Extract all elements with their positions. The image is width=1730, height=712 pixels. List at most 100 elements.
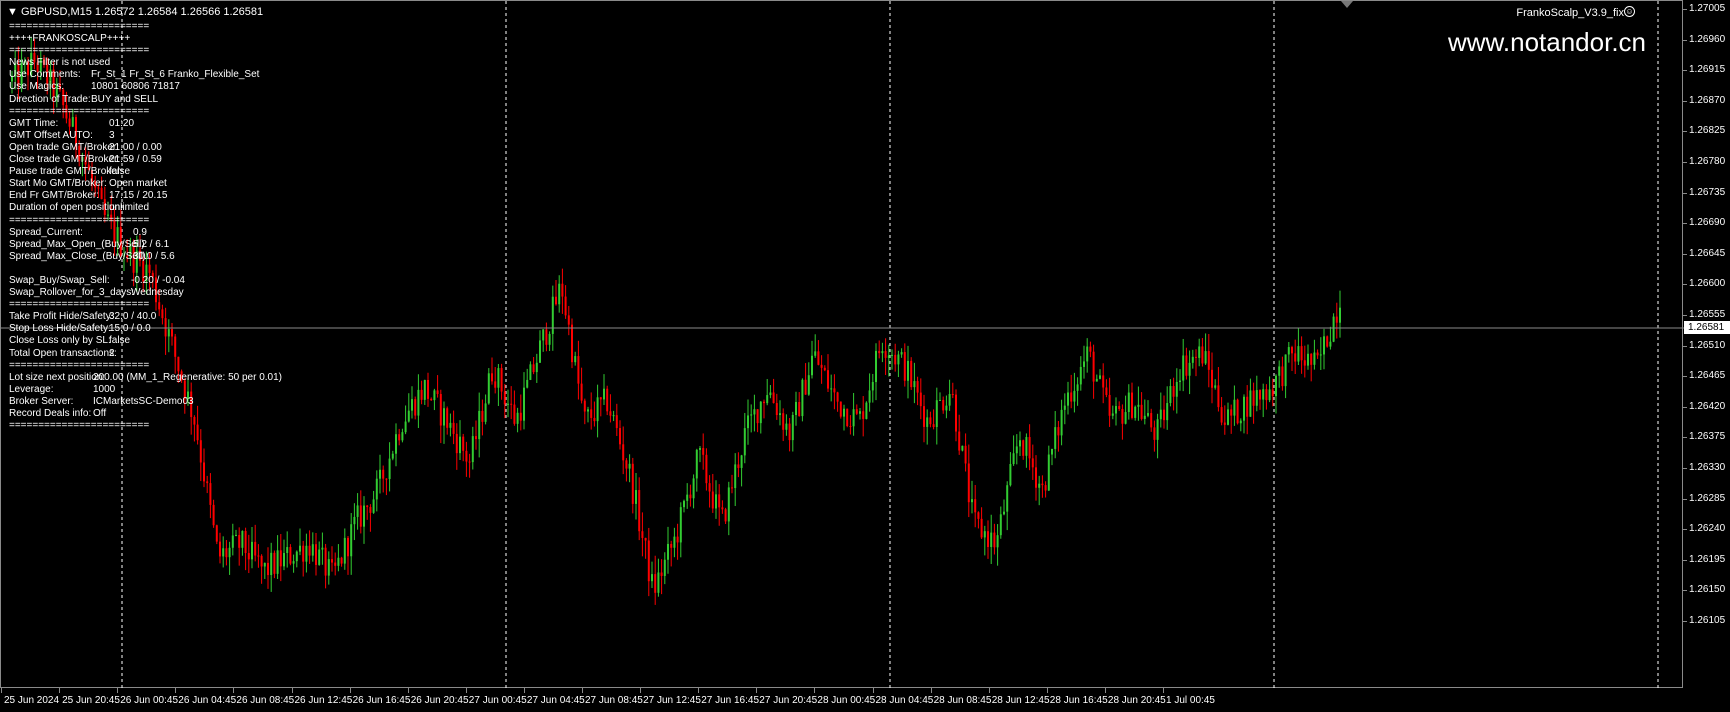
chart-area[interactable]: ▼ GBPUSD,M15 1.26572 1.26584 1.26566 1.2… <box>0 0 1684 689</box>
candle-body <box>625 460 628 469</box>
candle-body <box>644 537 647 541</box>
info-value: BUY and SELL <box>91 93 159 105</box>
smiley-icon[interactable]: ☺ <box>1624 6 1635 17</box>
info-label: Lot size next position: <box>9 371 106 383</box>
candle-body <box>161 309 164 319</box>
candle-body <box>1319 354 1322 356</box>
symbol-header[interactable]: ▼ GBPUSD,M15 1.26572 1.26584 1.26566 1.2… <box>7 6 263 18</box>
candlestick-chart[interactable] <box>1 1 1684 689</box>
candle-body <box>827 370 829 389</box>
info-label: ======================== <box>9 214 150 226</box>
candle-body <box>391 453 394 459</box>
info-value: 21.59 / 0.59 <box>109 154 162 166</box>
candle-body <box>289 547 292 564</box>
candle-body <box>990 532 993 548</box>
candle-body <box>1233 399 1236 416</box>
info-value: 3 <box>109 129 115 141</box>
candle-body <box>1175 381 1178 397</box>
info-label: Swap_Rollover_for_3_days: <box>9 287 135 299</box>
candle-body <box>935 400 938 428</box>
candle-body <box>1006 485 1009 512</box>
candle-body <box>1262 389 1265 400</box>
candle-body <box>670 543 673 548</box>
candle-body <box>244 530 247 554</box>
candle-body <box>305 545 308 562</box>
candle-body <box>1339 307 1341 323</box>
candle-body <box>1079 366 1082 385</box>
candle-body <box>350 524 353 557</box>
current-price-label: 1.26581 <box>1684 321 1730 334</box>
candle-body <box>423 380 426 400</box>
candle-body <box>260 555 263 567</box>
time-label: 1 Jul 00:45 <box>1166 695 1215 706</box>
candle-body <box>174 336 177 357</box>
candle-body <box>577 356 580 384</box>
candle-body <box>443 408 445 426</box>
candle-body <box>587 409 589 412</box>
shift-marker-icon[interactable] <box>1341 1 1353 8</box>
candle-body <box>363 505 365 527</box>
candle-body <box>1031 458 1034 468</box>
candle-body <box>897 354 900 365</box>
candle-body <box>1227 409 1229 425</box>
price-tick <box>1683 223 1687 225</box>
candle-body <box>414 399 417 416</box>
info-value: 5.2 / 6.1 <box>133 238 170 250</box>
candle-body <box>871 382 874 391</box>
candle-body <box>526 379 529 388</box>
candle-body <box>203 462 205 482</box>
candle-body <box>654 574 657 593</box>
time-tick <box>291 688 293 693</box>
price-label: 1.27005 <box>1689 3 1726 14</box>
candle-body <box>1303 360 1306 366</box>
candle-body <box>455 433 458 454</box>
candle-body <box>462 436 465 451</box>
time-tick <box>988 688 990 693</box>
info-label: Take Profit Hide/Safety: <box>9 311 114 323</box>
candle-body <box>475 436 477 440</box>
candle-body <box>724 509 727 522</box>
candle-body <box>945 405 948 411</box>
info-value: unlimited <box>109 202 150 214</box>
candle-body <box>1038 483 1041 488</box>
candle-body <box>967 463 970 503</box>
candle-body <box>1102 375 1105 388</box>
ea-name-label[interactable]: FrankoScalp_V3.9_fix <box>1516 7 1624 19</box>
info-value: 21.00 / 0.00 <box>109 141 162 153</box>
candle-body <box>910 360 913 388</box>
candle-body <box>1195 356 1197 358</box>
candle-body <box>612 415 615 417</box>
candle-body <box>507 403 509 405</box>
candle-body <box>647 540 650 582</box>
price-tick <box>1683 39 1687 41</box>
info-label: ======================== <box>9 359 150 371</box>
price-label: 1.26870 <box>1689 94 1726 106</box>
candle-body <box>628 463 631 469</box>
candle-body <box>814 351 817 356</box>
candle-body <box>1214 385 1217 388</box>
price-axis[interactable]: 1.27005 1.26960 1.26915 1.26870 1.26825 1.267… <box>1683 0 1730 712</box>
info-label: Pause trade GMT/Broker: <box>9 166 123 178</box>
candle-body <box>385 478 388 480</box>
time-label: 26 Jun 00:45 <box>120 695 179 706</box>
candle-body <box>542 329 545 341</box>
price-label: 1.26420 <box>1689 400 1726 412</box>
info-label: ======================== <box>9 21 150 32</box>
info-label: Open trade GMT/Broker: <box>9 141 120 153</box>
candle-body <box>167 329 170 337</box>
info-label: Spread_Max_Close_(Buy/Sell): <box>9 250 149 262</box>
price-tick <box>1683 284 1687 286</box>
price-label: 1.26915 <box>1689 64 1726 76</box>
info-value: Open market <box>109 178 167 190</box>
price-tick <box>1683 131 1687 133</box>
candle-body <box>404 421 407 433</box>
info-label: ======================== <box>9 105 150 117</box>
candle-body <box>1278 366 1281 376</box>
time-label: 28 Jun 08:45 <box>933 695 992 706</box>
time-label: 26 Jun 12:45 <box>294 695 353 706</box>
price-label: 1.26735 <box>1689 186 1726 198</box>
candle-body <box>849 426 852 428</box>
candle-body <box>516 412 519 424</box>
candle-body <box>1169 386 1172 404</box>
candle-body <box>881 351 884 354</box>
